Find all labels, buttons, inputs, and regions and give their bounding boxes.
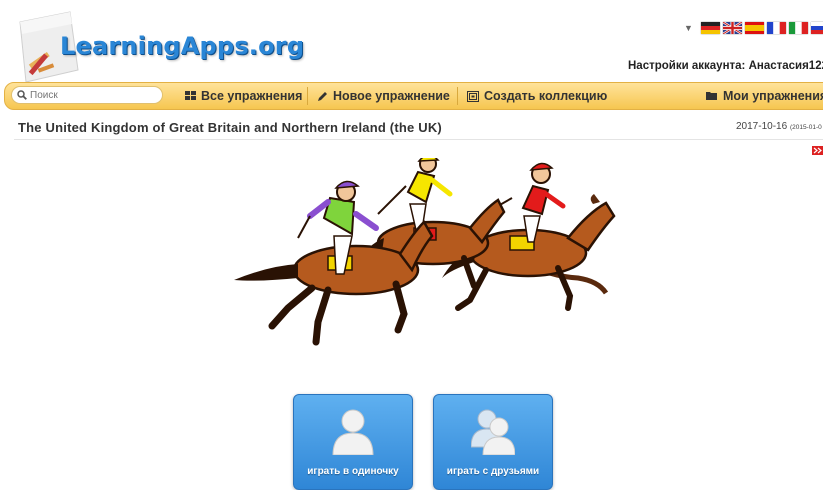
language-dropdown-icon[interactable]: ▼ bbox=[684, 23, 693, 33]
exercise-title: The United Kingdom of Great Britain and … bbox=[18, 120, 442, 135]
nav-new-exercise[interactable]: Новое упражнение bbox=[317, 83, 450, 109]
nav-all-exercises[interactable]: Все упражнения bbox=[185, 83, 302, 109]
flag-ru-icon[interactable] bbox=[810, 22, 823, 34]
logo[interactable]: LearningApps.org bbox=[12, 10, 312, 85]
play-with-friends-button[interactable]: играть с друзьями bbox=[433, 394, 553, 490]
exercise-date-created: (2015-01-0 bbox=[789, 124, 822, 131]
nav-divider bbox=[457, 87, 458, 105]
folder-icon bbox=[706, 92, 717, 100]
nav-all-exercises-label: Все упражнения bbox=[201, 89, 303, 103]
nav-my-exercises-label: Мои упражнения bbox=[723, 89, 823, 103]
fullscreen-icon[interactable] bbox=[812, 146, 823, 155]
title-divider bbox=[14, 139, 823, 140]
nav-create-collection[interactable]: Создать коллекцию bbox=[467, 83, 607, 109]
nav-new-exercise-label: Новое упражнение bbox=[333, 89, 450, 103]
play-with-friends-label: играть с друзьями bbox=[446, 466, 540, 477]
horse-green-jockey bbox=[234, 180, 434, 346]
search-icon bbox=[17, 90, 27, 100]
play-alone-label: играть в одиночку bbox=[307, 466, 399, 477]
single-user-icon bbox=[332, 409, 374, 455]
search-input[interactable] bbox=[27, 89, 150, 101]
flag-es-icon[interactable] bbox=[744, 22, 764, 34]
grid-icon bbox=[185, 91, 196, 100]
flag-de-icon[interactable] bbox=[700, 22, 720, 34]
collection-icon bbox=[467, 90, 479, 102]
language-flags: ▼ bbox=[684, 22, 823, 34]
flag-it-icon[interactable] bbox=[788, 22, 808, 34]
flag-fr-icon[interactable] bbox=[766, 22, 786, 34]
account-settings-link[interactable]: Настройки аккаунта: Анастасия1224 bbox=[628, 58, 823, 72]
play-alone-button[interactable]: играть в одиночку bbox=[293, 394, 413, 490]
search-box[interactable] bbox=[11, 86, 163, 104]
horse-racing-illustration bbox=[234, 158, 616, 346]
flag-gb-icon[interactable] bbox=[722, 22, 742, 34]
exercise-date: 2017-10-16 (2015-01-0 bbox=[736, 121, 822, 132]
logo-text: LearningApps.org bbox=[60, 32, 305, 60]
nav-my-exercises[interactable]: Мои упражнения bbox=[706, 83, 823, 109]
exercise-date-value: 2017-10-16 bbox=[736, 121, 788, 132]
nav-divider bbox=[307, 87, 308, 105]
pencil-icon bbox=[318, 91, 327, 101]
account-label: Настройки аккаунта: Анастасия1224 bbox=[628, 60, 823, 72]
main-navbar: Все упражнения Новое упражнение Создать … bbox=[4, 82, 823, 110]
group-users-icon bbox=[471, 409, 515, 455]
nav-create-collection-label: Создать коллекцию bbox=[484, 89, 608, 103]
